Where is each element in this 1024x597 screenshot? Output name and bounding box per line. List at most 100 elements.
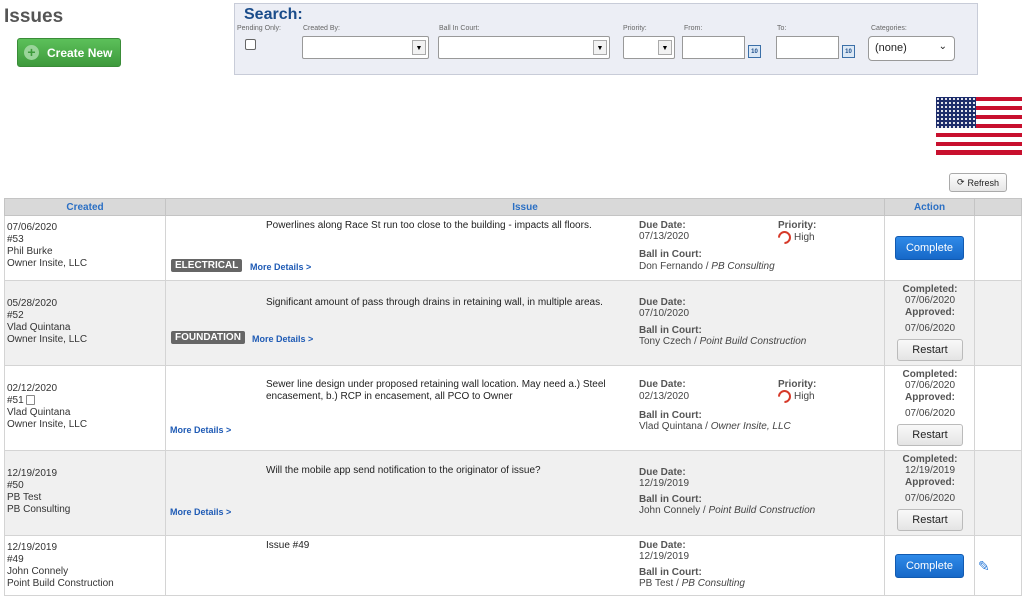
approved-date: 07/06/2020 — [904, 493, 956, 504]
dropdown-arrow-icon: ▼ — [593, 40, 607, 55]
restart-button[interactable]: Restart — [897, 424, 963, 446]
ball-in-court-value: John Connely / Point Build Construction — [639, 505, 816, 516]
due-date-label: Due Date: — [639, 379, 686, 390]
table-row: 12/19/2019 #49 John Connely Point Build … — [4, 535, 1022, 596]
restart-button[interactable]: Restart — [897, 509, 963, 531]
ball-in-court-select[interactable]: ▼ — [438, 36, 610, 59]
from-label: From: — [684, 25, 703, 32]
more-details-link[interactable]: More Details > — [250, 262, 311, 272]
pending-only-checkbox[interactable] — [245, 39, 256, 50]
issue-number: #53 — [7, 234, 24, 245]
approved-label: Approved: — [905, 307, 955, 318]
header-created[interactable]: Created — [4, 198, 166, 216]
table-row: 02/12/2020 #51 Vlad Quintana Owner Insit… — [4, 365, 1022, 451]
due-date-value: 07/10/2020 — [639, 308, 690, 319]
ball-in-court-label: Ball in Court: — [639, 410, 702, 421]
calendar-icon[interactable]: 10 — [748, 45, 761, 58]
approved-date: 07/06/2020 — [904, 323, 956, 334]
due-date-value: 07/13/2020 — [639, 231, 690, 242]
created-by: Phil Burke — [7, 246, 53, 257]
category-badge: ELECTRICAL — [171, 259, 243, 272]
completed-date: 07/06/2020 — [904, 295, 956, 306]
ball-in-court-label: Ball in Court: — [639, 325, 702, 336]
issue-number-wrap: #51 — [7, 395, 163, 407]
issue-text: Significant amount of pass through drain… — [266, 297, 603, 308]
search-panel: Search: Pending Only: Created By: Ball I… — [234, 3, 978, 75]
completed-date: 12/19/2019 — [904, 465, 956, 476]
created-company: Owner Insite, LLC — [7, 419, 88, 430]
dropdown-arrow-icon: ▼ — [658, 40, 672, 55]
priority-gauge-icon — [775, 387, 794, 406]
from-date-input[interactable] — [682, 36, 745, 59]
created-company: PB Consulting — [7, 504, 71, 515]
issues-table: Created Issue Action 07/06/2020 #53 Phil… — [4, 198, 1022, 596]
table-row: 12/19/2019 #50 PB Test PB Consulting Wil… — [4, 450, 1022, 536]
completed-label: Completed: — [902, 454, 958, 465]
pending-only-label: Pending Only: — [237, 25, 281, 32]
created-by: John Connely — [7, 566, 69, 577]
clipboard-icon[interactable] — [25, 395, 35, 406]
due-date-label: Due Date: — [639, 540, 686, 551]
issue-number: #50 — [7, 480, 24, 491]
issue-number: #49 — [7, 554, 24, 565]
issue-text: Powerlines along Race St run too close t… — [266, 220, 592, 231]
completed-label: Completed: — [902, 369, 958, 380]
restart-button[interactable]: Restart — [897, 339, 963, 361]
header-action[interactable]: Action — [884, 198, 975, 216]
priority-text: High — [794, 391, 815, 402]
more-details-link[interactable]: More Details > — [170, 425, 231, 435]
dropdown-arrow-icon: ▼ — [412, 40, 426, 55]
to-label: To: — [777, 25, 787, 32]
header-issue[interactable]: Issue — [165, 198, 885, 216]
category-badge: FOUNDATION — [171, 331, 245, 344]
created-by: PB Test — [7, 492, 42, 503]
plus-circle-icon: + — [24, 45, 39, 60]
created-date: 12/19/2019 — [7, 542, 58, 553]
created-date: 12/19/2019 — [7, 468, 58, 479]
issue-text: Will the mobile app send notification to… — [266, 465, 541, 476]
due-date-value: 12/19/2019 — [639, 551, 690, 562]
created-company: Owner Insite, LLC — [7, 334, 88, 345]
created-by-select[interactable]: ▼ — [302, 36, 429, 59]
priority-gauge-icon — [775, 228, 794, 247]
priority-value: High — [775, 228, 815, 247]
priority-value: High — [775, 387, 815, 406]
ball-in-court-label: Ball in Court: — [639, 567, 702, 578]
due-date-value: 02/13/2020 — [639, 391, 690, 402]
ball-in-court-label: Ball In Court: — [439, 25, 480, 32]
complete-button[interactable]: Complete — [895, 236, 964, 260]
us-flag-icon[interactable] — [936, 97, 1022, 155]
refresh-icon: ⟳ — [956, 177, 965, 187]
ball-in-court-value: PB Test / PB Consulting — [639, 578, 745, 589]
page-title: Issues — [4, 6, 64, 27]
create-new-button[interactable]: + Create New — [17, 38, 121, 67]
refresh-button[interactable]: ⟳ Refresh — [949, 173, 1007, 192]
priority-label: Priority: — [778, 379, 817, 390]
pencil-edit-icon[interactable]: ✎ — [978, 558, 990, 575]
complete-button[interactable]: Complete — [895, 554, 964, 578]
more-details-link[interactable]: More Details > — [170, 507, 231, 517]
due-date-label: Due Date: — [639, 467, 686, 478]
calendar-icon[interactable]: 10 — [842, 45, 855, 58]
categories-select[interactable]: (none) ⌄ — [868, 36, 955, 61]
priority-label: Priority: — [778, 220, 817, 231]
created-date: 02/12/2020 — [7, 383, 58, 394]
ball-in-court-label: Ball in Court: — [639, 494, 702, 505]
table-row: 07/06/2020 #53 Phil Burke Owner Insite, … — [4, 215, 1022, 281]
issue-number: #52 — [7, 310, 24, 321]
approved-date: 07/06/2020 — [904, 408, 956, 419]
ball-in-court-value: Vlad Quintana / Owner Insite, LLC — [639, 421, 791, 432]
categories-value: (none) — [875, 42, 907, 54]
completed-label: Completed: — [902, 284, 958, 295]
create-new-label: Create New — [47, 45, 113, 60]
ball-in-court-label: Ball in Court: — [639, 249, 702, 260]
priority-select[interactable]: ▼ — [623, 36, 675, 59]
issue-number: #51 — [7, 395, 24, 406]
created-by: Vlad Quintana — [7, 407, 71, 418]
more-details-link[interactable]: More Details > — [252, 334, 313, 344]
to-date-input[interactable] — [776, 36, 839, 59]
priority-label: Priority: — [623, 25, 647, 32]
issue-text: Sewer line design under proposed retaini… — [266, 379, 606, 402]
chevron-down-icon: ⌄ — [938, 41, 947, 52]
table-row: 05/28/2020 #52 Vlad Quintana Owner Insit… — [4, 280, 1022, 366]
